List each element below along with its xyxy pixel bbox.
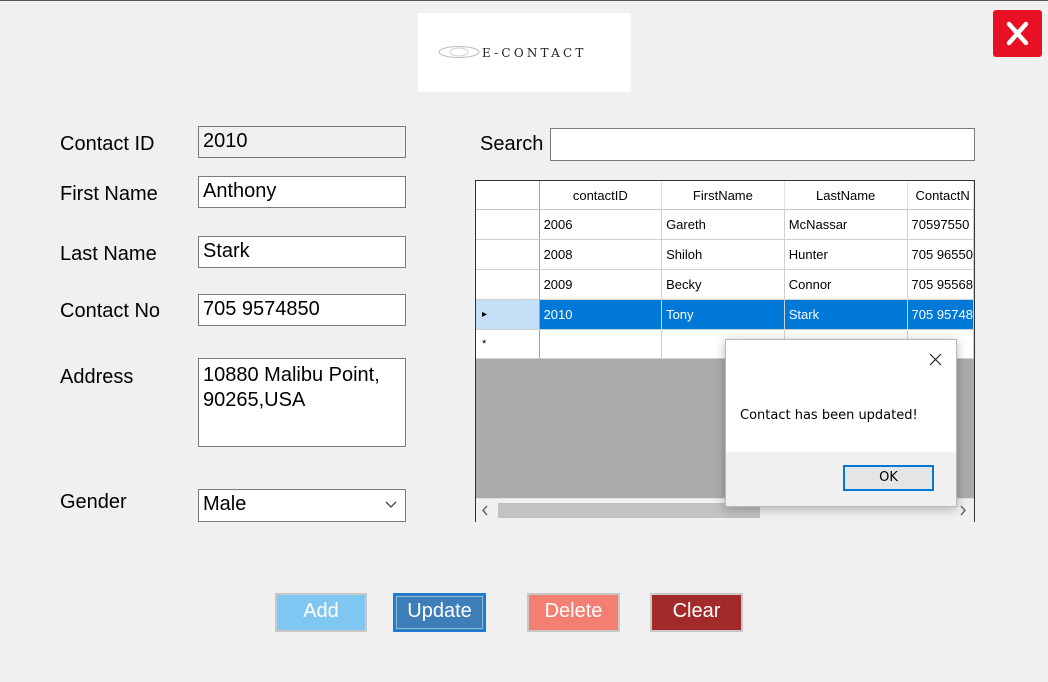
current-row-indicator-icon[interactable]: ▸ (476, 299, 540, 330)
address-label: Address (60, 366, 134, 388)
contact-id-label: Contact ID (60, 133, 155, 155)
close-button[interactable] (993, 10, 1042, 57)
last-name-label: Last Name (60, 243, 157, 265)
table-row[interactable]: 2009 Becky Connor 705 95568 (476, 269, 974, 300)
cell-contactid[interactable]: 2008 (539, 239, 663, 270)
cell-contactid[interactable]: 2009 (539, 269, 663, 300)
row-header[interactable] (476, 239, 540, 270)
grid-header-row: contactID FirstName LastName ContactN (476, 181, 974, 210)
row-header[interactable] (476, 269, 540, 300)
table-row-selected[interactable]: ▸ 2010 Tony Stark 705 95748 (476, 299, 974, 330)
app-logo: E-CONTACT (418, 13, 631, 92)
cell-firstname[interactable]: Becky (661, 269, 785, 300)
grid-header-lastname[interactable]: LastName (784, 181, 908, 210)
cell-firstname[interactable]: Tony (661, 299, 785, 330)
logo-text: E-CONTACT (482, 46, 587, 60)
chevron-down-icon (385, 501, 397, 508)
contact-id-field[interactable]: 2010 (198, 126, 406, 158)
grid-corner-header[interactable] (476, 181, 540, 210)
update-button[interactable]: Update (393, 593, 486, 632)
cell-contactid[interactable]: 2010 (539, 299, 663, 330)
cell-contactno[interactable]: 705 95568 (907, 269, 974, 300)
cell-firstname[interactable]: Gareth (661, 209, 785, 240)
cell-contactid[interactable] (539, 329, 663, 359)
first-name-field[interactable]: Anthony (198, 176, 406, 208)
new-row-indicator-icon[interactable]: * (476, 329, 540, 359)
cell-lastname[interactable]: McNassar (784, 209, 908, 240)
update-confirmation-dialog: Contact has been updated! OK (725, 339, 957, 507)
cell-lastname[interactable]: Stark (784, 299, 908, 330)
window-top-border (0, 0, 1048, 1)
last-name-field[interactable]: Stark (198, 236, 406, 268)
dialog-body (726, 340, 956, 452)
delete-button[interactable]: Delete (527, 593, 620, 632)
scroll-left-icon[interactable] (481, 505, 489, 516)
cell-lastname[interactable]: Connor (784, 269, 908, 300)
scroll-right-icon[interactable] (959, 505, 967, 516)
grid-header-contactno[interactable]: ContactN (907, 181, 974, 210)
update-button-label: Update (407, 600, 472, 622)
first-name-label: First Name (60, 183, 158, 205)
table-row[interactable]: 2006 Gareth McNassar 70597550 (476, 209, 974, 240)
scrollbar-thumb[interactable] (498, 503, 760, 518)
close-icon (1006, 21, 1029, 46)
search-input[interactable] (550, 128, 975, 161)
cell-contactno[interactable]: 705 96550 (907, 239, 974, 270)
dialog-message: Contact has been updated! (740, 408, 918, 423)
grid-header-contactid[interactable]: contactID (539, 181, 663, 210)
address-field[interactable]: 10880 Malibu Point, 90265,USA (198, 358, 406, 447)
clear-button[interactable]: Clear (650, 593, 743, 632)
contact-no-field[interactable]: 705 9574850 (198, 294, 406, 326)
search-label: Search (480, 133, 544, 155)
dialog-ok-button[interactable]: OK (843, 465, 934, 491)
grid-header-firstname[interactable]: FirstName (661, 181, 785, 210)
cell-firstname[interactable]: Shiloh (661, 239, 785, 270)
cell-lastname[interactable]: Hunter (784, 239, 908, 270)
gender-select[interactable]: Male (198, 489, 406, 522)
gender-label: Gender (60, 491, 127, 513)
table-row[interactable]: 2008 Shiloh Hunter 705 96550 (476, 239, 974, 270)
cell-contactid[interactable]: 2006 (539, 209, 663, 240)
gender-select-value: Male (203, 493, 247, 515)
dialog-close-icon[interactable] (929, 353, 942, 366)
contact-no-label: Contact No (60, 300, 161, 322)
row-header[interactable] (476, 209, 540, 240)
add-button[interactable]: Add (275, 593, 367, 632)
logo-mark-icon (438, 46, 480, 58)
cell-contactno[interactable]: 70597550 (907, 209, 974, 240)
cell-contactno[interactable]: 705 95748 (907, 299, 974, 330)
